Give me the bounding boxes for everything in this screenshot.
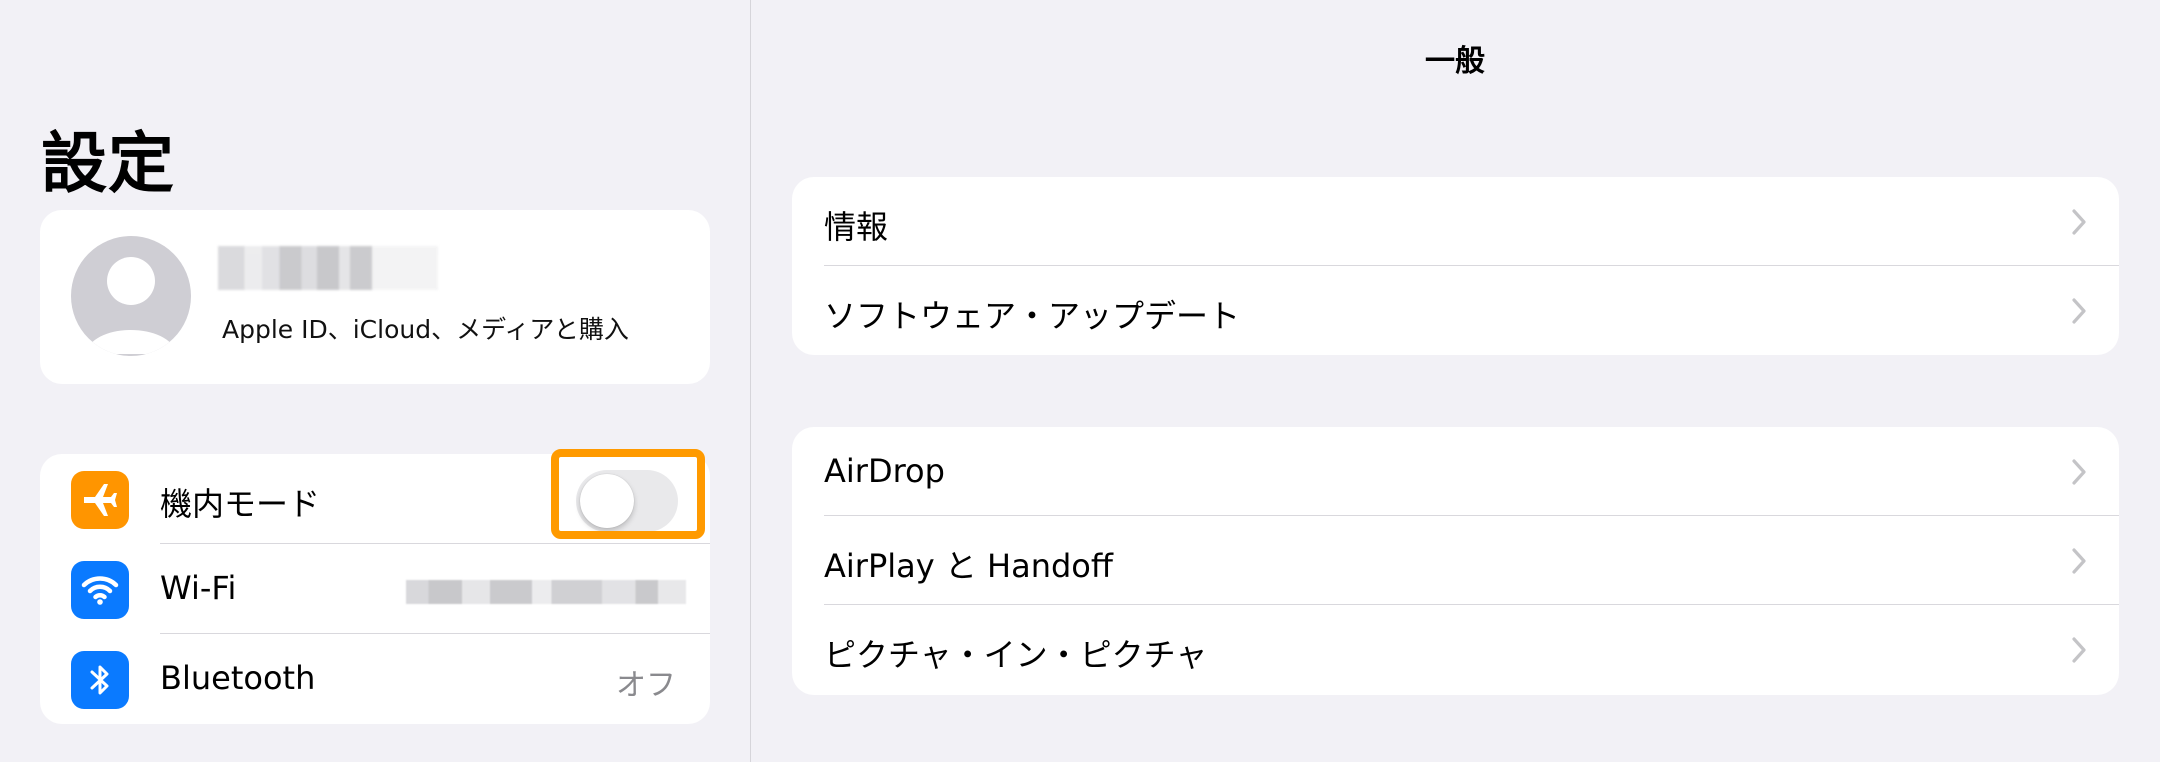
list-item-airdrop[interactable]: AirDrop [792,427,2119,516]
profile-name-redacted [218,246,438,290]
chevron-right-icon [2072,298,2086,324]
sidebar-title: 設定 [41,125,175,202]
apple-id-profile-card[interactable]: Apple ID、iCloud、メディアと購入 [40,210,710,384]
profile-subtitle: Apple ID、iCloud、メディアと購入 [222,315,629,344]
chevron-right-icon [2072,637,2086,663]
general-group-2: AirDrop AirPlay と Handoff ピクチャ・イン・ピクチャ [792,427,2119,695]
chevron-right-icon [2072,209,2086,235]
sidebar-item-label: 機内モード [160,485,321,523]
general-group-1: 情報 ソフトウェア・アップデート [792,177,2119,355]
sidebar-item-label: Wi-Fi [160,569,237,607]
airplane-icon [71,471,129,529]
list-item-picture-in-picture[interactable]: ピクチャ・イン・ピクチャ [792,605,2119,694]
sidebar-item-wifi[interactable]: Wi-Fi [40,544,710,634]
list-item-label: AirDrop [824,452,945,490]
toggle-highlight-box [551,449,705,539]
list-item-label: 情報 [824,208,889,246]
settings-sidebar: 設定 Apple ID、iCloud、メディアと購入 機内モード Wi-Fi B… [0,0,751,762]
person-silhouette-icon [71,236,191,356]
sidebar-item-label: Bluetooth [160,659,316,697]
chevron-right-icon [2072,459,2086,485]
wifi-icon [71,561,129,619]
list-item-airplay-handoff[interactable]: AirPlay と Handoff [792,516,2119,605]
bluetooth-icon [71,651,129,709]
list-item-software-update[interactable]: ソフトウェア・アップデート [792,266,2119,355]
wifi-network-name-redacted [406,580,686,604]
list-item-label: AirPlay と Handoff [824,547,1113,585]
sidebar-item-bluetooth[interactable]: Bluetooth オフ [40,634,710,724]
chevron-right-icon [2072,548,2086,574]
detail-title: 一般 [1425,44,1485,79]
list-item-label: ソフトウェア・アップデート [824,297,1241,335]
bluetooth-status-value: オフ [616,668,676,703]
list-item-label: ピクチャ・イン・ピクチャ [824,636,1208,674]
list-item-info[interactable]: 情報 [792,177,2119,266]
